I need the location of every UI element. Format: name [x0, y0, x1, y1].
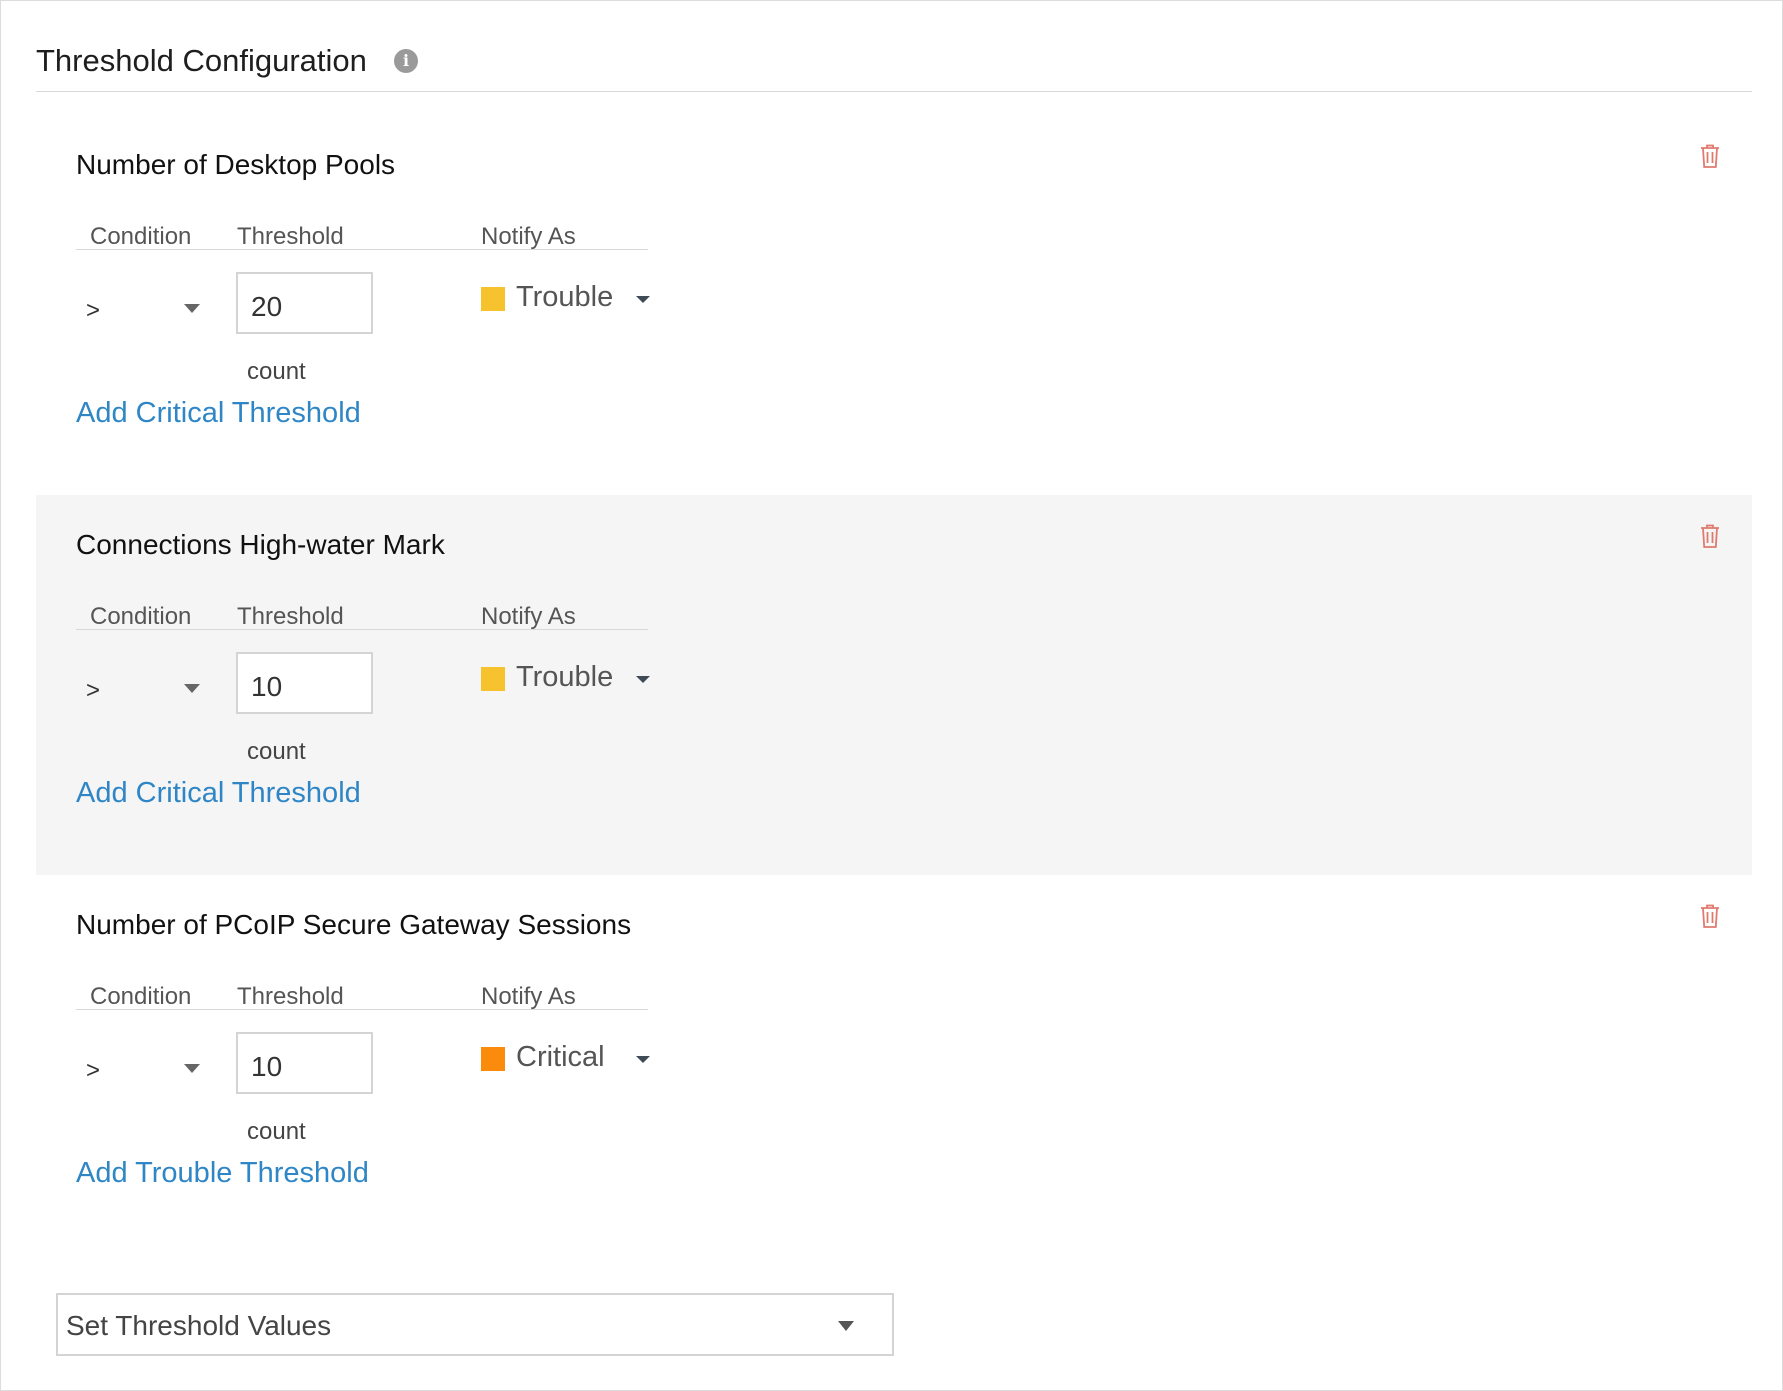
severity-color-swatch	[481, 1047, 505, 1071]
condition-select[interactable]: >	[86, 1057, 100, 1085]
severity-color-swatch	[481, 667, 505, 691]
column-divider	[76, 629, 648, 630]
chevron-down-icon[interactable]	[838, 1321, 854, 1331]
add-critical-threshold-link[interactable]: Add Critical Threshold	[76, 397, 361, 430]
column-header-notify-as: Notify As	[481, 603, 576, 630]
severity-label: Trouble	[516, 281, 614, 313]
chevron-down-icon[interactable]	[636, 1056, 650, 1063]
threshold-input[interactable]	[236, 1032, 373, 1094]
threshold-section-connections-high-water-mark: Connections High-water Mark Condition Th…	[36, 495, 1752, 875]
chevron-down-icon[interactable]	[184, 1064, 200, 1073]
column-header-condition: Condition	[90, 983, 192, 1010]
threshold-section-pcoip-gateway-sessions: Number of PCoIP Secure Gateway Sessions …	[36, 875, 1752, 1255]
severity-select[interactable]: Trouble	[481, 659, 656, 699]
section-title: Number of Desktop Pools	[76, 149, 396, 180]
severity-select[interactable]: Critical	[481, 1039, 656, 1079]
chevron-down-icon[interactable]	[636, 296, 650, 303]
column-header-condition: Condition	[90, 223, 192, 250]
severity-label: Critical	[516, 1041, 605, 1073]
column-header-notify-as: Notify As	[481, 983, 576, 1010]
add-critical-threshold-link[interactable]: Add Critical Threshold	[76, 777, 361, 810]
column-divider	[76, 249, 648, 250]
threshold-section-desktop-pools: Number of Desktop Pools Condition Thresh…	[36, 115, 1752, 495]
condition-select[interactable]: >	[86, 677, 100, 705]
column-divider	[76, 1009, 648, 1010]
severity-select[interactable]: Trouble	[481, 279, 656, 319]
threshold-unit: count	[247, 1118, 306, 1145]
column-header-condition: Condition	[90, 603, 192, 630]
column-header-threshold: Threshold	[237, 983, 344, 1010]
condition-select[interactable]: >	[86, 297, 100, 325]
column-header-notify-as: Notify As	[481, 223, 576, 250]
threshold-input[interactable]	[236, 652, 373, 714]
info-icon[interactable]: i	[394, 49, 418, 73]
trash-icon[interactable]	[1698, 903, 1722, 929]
threshold-unit: count	[247, 358, 306, 385]
threshold-unit: count	[247, 738, 306, 765]
chevron-down-icon[interactable]	[184, 684, 200, 693]
threshold-input[interactable]	[236, 272, 373, 334]
panel-header: Threshold Configuration i	[36, 39, 1752, 92]
severity-label: Trouble	[516, 661, 614, 693]
set-threshold-values-select[interactable]: Set Threshold Values	[56, 1293, 894, 1356]
chevron-down-icon[interactable]	[636, 676, 650, 683]
section-title: Number of PCoIP Secure Gateway Sessions	[76, 909, 632, 940]
chevron-down-icon[interactable]	[184, 304, 200, 313]
column-header-threshold: Threshold	[237, 223, 344, 250]
select-label: Set Threshold Values	[66, 1310, 332, 1341]
section-title: Connections High-water Mark	[76, 529, 445, 560]
threshold-configuration-panel: Threshold Configuration i Number of Desk…	[0, 0, 1783, 1391]
page-title: Threshold Configuration	[36, 43, 367, 78]
trash-icon[interactable]	[1698, 143, 1722, 169]
trash-icon[interactable]	[1698, 523, 1722, 549]
add-trouble-threshold-link[interactable]: Add Trouble Threshold	[76, 1157, 369, 1190]
severity-color-swatch	[481, 287, 505, 311]
column-header-threshold: Threshold	[237, 603, 344, 630]
